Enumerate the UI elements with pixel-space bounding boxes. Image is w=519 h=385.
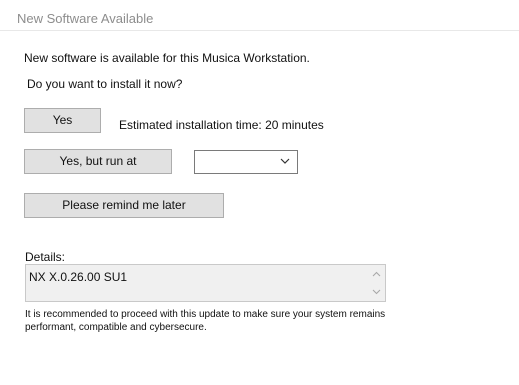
run-at-time-select[interactable] bbox=[194, 150, 298, 174]
new-software-dialog: New Software Available New software is a… bbox=[0, 0, 519, 385]
yes-run-at-button[interactable]: Yes, but run at bbox=[24, 149, 172, 174]
dialog-title: New Software Available bbox=[17, 11, 154, 26]
availability-message: New software is available for this Music… bbox=[24, 51, 310, 65]
yes-button[interactable]: Yes bbox=[24, 108, 101, 133]
title-bar: New Software Available bbox=[0, 0, 519, 31]
details-label: Details: bbox=[25, 250, 66, 264]
remind-later-button[interactable]: Please remind me later bbox=[24, 193, 224, 218]
details-field[interactable]: NX X.0.26.00 SU1 bbox=[25, 264, 386, 302]
estimated-install-time: Estimated installation time: 20 minutes bbox=[119, 118, 324, 132]
scroll-down-arrow-icon[interactable] bbox=[372, 289, 381, 295]
details-scrollbar[interactable] bbox=[368, 265, 385, 301]
update-recommendation-note: It is recommended to proceed with this u… bbox=[25, 309, 386, 333]
scroll-up-arrow-icon[interactable] bbox=[372, 271, 381, 277]
details-value: NX X.0.26.00 SU1 bbox=[29, 270, 128, 284]
install-question: Do you want to install it now? bbox=[27, 77, 183, 91]
chevron-down-icon bbox=[280, 158, 290, 164]
